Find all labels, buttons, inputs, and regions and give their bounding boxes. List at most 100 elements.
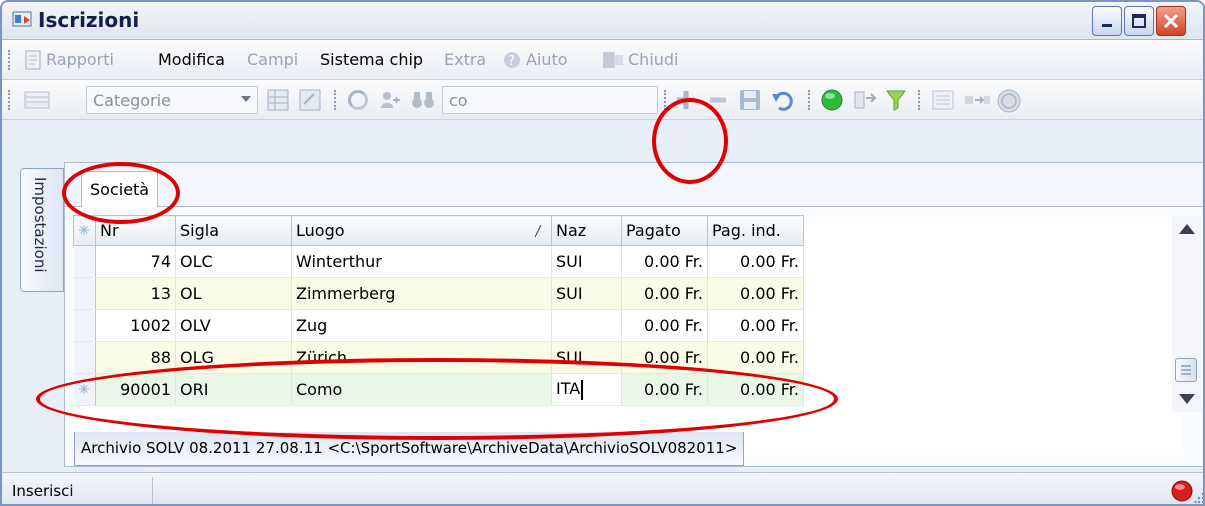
- status-separator: [152, 477, 153, 504]
- cell-nr[interactable]: 90001: [95, 373, 176, 406]
- row-indicator[interactable]: [73, 309, 96, 342]
- scroll-up-icon[interactable]: [1179, 224, 1195, 234]
- cell-luogo[interactable]: Como: [291, 373, 552, 406]
- tab-strip: Società: [65, 163, 1203, 207]
- cell-pag-ind[interactable]: 0.00 Fr.: [707, 373, 804, 406]
- column-header-luogo[interactable]: Luogo: [291, 215, 552, 246]
- cell-pag-ind[interactable]: 0.00 Fr.: [707, 245, 804, 278]
- table-row[interactable]: 1002 OLV Zug 0.00 Fr. 0.00 Fr.: [73, 309, 804, 342]
- menu-sistema-chip[interactable]: Sistema chip: [320, 50, 423, 69]
- table-row[interactable]: 88 OLG Zürich SUI 0.00 Fr. 0.00 Fr.: [73, 341, 804, 374]
- category-list-icon: [24, 91, 50, 109]
- table-row[interactable]: 13 OL Zimmerberg SUI 0.00 Fr. 0.00 Fr.: [73, 277, 804, 310]
- export-icon[interactable]: [962, 88, 992, 112]
- table-row[interactable]: 74 OLC Winterthur SUI 0.00 Fr. 0.00 Fr.: [73, 245, 804, 278]
- edit-layout-icon[interactable]: [298, 88, 322, 112]
- side-tab-impostazioni[interactable]: Impostazioni: [20, 168, 64, 292]
- cell-luogo[interactable]: Zimmerberg: [291, 277, 552, 310]
- binoculars-icon[interactable]: [410, 88, 436, 112]
- cell-sigla[interactable]: OL: [175, 277, 292, 310]
- header-indicator[interactable]: [73, 215, 96, 246]
- cell-sigla[interactable]: OLV: [175, 309, 292, 342]
- close-button[interactable]: [1156, 6, 1186, 36]
- cell-naz-editing[interactable]: ITA: [551, 373, 622, 406]
- grip-lines-icon: [1181, 365, 1191, 375]
- tab-societa[interactable]: Società: [81, 171, 159, 207]
- menu-campi[interactable]: Campi: [247, 50, 298, 69]
- cell-sigla[interactable]: OLG: [175, 341, 292, 374]
- menu-aiuto[interactable]: Aiuto: [526, 50, 568, 69]
- menu-modifica[interactable]: Modifica: [158, 50, 225, 69]
- add-record-icon[interactable]: [674, 88, 698, 112]
- cell-nr[interactable]: 13: [95, 277, 176, 310]
- cell-pagato[interactable]: 0.00 Fr.: [621, 341, 708, 374]
- cell-naz[interactable]: [551, 309, 622, 342]
- cell-pag-ind[interactable]: 0.00 Fr.: [707, 277, 804, 310]
- cell-naz[interactable]: SUI: [551, 341, 622, 374]
- money-icon[interactable]: [996, 88, 1022, 114]
- menu-chiudi[interactable]: Chiudi: [628, 50, 679, 69]
- column-header-sigla[interactable]: Sigla: [175, 215, 292, 246]
- save-icon[interactable]: [738, 88, 762, 112]
- scroll-down-icon[interactable]: [1179, 394, 1195, 404]
- menu-bar: Rapporti Modifica Campi Sistema chip Ext…: [2, 40, 1203, 80]
- asterisk-icon: [79, 225, 89, 235]
- row-indicator[interactable]: [73, 277, 96, 310]
- archive-tab-label: Archivio SOLV 08.2011 27.08.11 <C:\Sport…: [81, 439, 738, 457]
- cell-nr[interactable]: 88: [95, 341, 176, 374]
- cell-sigla[interactable]: ORI: [175, 373, 292, 406]
- cell-naz[interactable]: SUI: [551, 277, 622, 310]
- category-combo[interactable]: Categorie: [86, 86, 258, 114]
- cell-pagato[interactable]: 0.00 Fr.: [621, 373, 708, 406]
- column-header-pagato[interactable]: Pagato: [621, 215, 708, 246]
- new-record-row[interactable]: 90001 ORI Como ITA 0.00 Fr. 0.00 Fr.: [73, 373, 804, 406]
- cell-luogo[interactable]: Winterthur: [291, 245, 552, 278]
- print-list-icon[interactable]: [930, 88, 956, 112]
- scroll-thumb[interactable]: [1175, 358, 1197, 382]
- delete-record-icon[interactable]: [706, 88, 730, 112]
- grid-layout-icon[interactable]: [266, 88, 290, 112]
- row-indicator[interactable]: [73, 245, 96, 278]
- cell-nr[interactable]: 1002: [95, 309, 176, 342]
- title-bar[interactable]: Iscrizioni: [2, 2, 1203, 40]
- app-icon: [12, 11, 32, 27]
- vertical-scrollbar[interactable]: [1172, 216, 1202, 412]
- search-field-value: co: [449, 91, 468, 110]
- status-bar: Inserisci: [2, 472, 1205, 505]
- row-indicator[interactable]: [73, 341, 96, 374]
- search-field[interactable]: co: [442, 86, 658, 114]
- menu-extra[interactable]: Extra: [444, 50, 486, 69]
- cell-pag-ind[interactable]: 0.00 Fr.: [707, 309, 804, 342]
- cell-luogo[interactable]: Zürich: [291, 341, 552, 374]
- cell-pagato[interactable]: 0.00 Fr.: [621, 277, 708, 310]
- category-combo-value: Categorie: [93, 91, 171, 110]
- minimize-button[interactable]: [1092, 6, 1122, 36]
- toolbar-grip[interactable]: [8, 90, 12, 110]
- row-indicator[interactable]: [73, 373, 96, 406]
- column-header-naz[interactable]: Naz: [551, 215, 622, 246]
- column-header-pag-ind[interactable]: Pag. ind.: [707, 215, 804, 246]
- transfer-icon[interactable]: [852, 88, 878, 112]
- cell-pagato[interactable]: 0.00 Fr.: [621, 309, 708, 342]
- maximize-button[interactable]: [1124, 6, 1154, 36]
- cell-naz[interactable]: SUI: [551, 245, 622, 278]
- cell-luogo[interactable]: Zug: [291, 309, 552, 342]
- toolbar-grip[interactable]: [8, 50, 12, 70]
- find-person-icon[interactable]: [378, 88, 402, 112]
- filter-icon[interactable]: [884, 88, 908, 112]
- cell-pag-ind[interactable]: 0.00 Fr.: [707, 341, 804, 374]
- main-panel: Società Nr Sigla Luogo Naz Pagato Pag. i…: [64, 162, 1203, 467]
- resize-grip-icon[interactable]: [1194, 491, 1205, 505]
- menu-rapporti[interactable]: Rapporti: [46, 50, 114, 69]
- undo-icon[interactable]: [770, 88, 794, 112]
- refresh-icon[interactable]: [346, 88, 370, 112]
- cell-sigla[interactable]: OLC: [175, 245, 292, 278]
- column-header-nr[interactable]: Nr: [95, 215, 176, 246]
- archive-tab[interactable]: Archivio SOLV 08.2011 27.08.11 <C:\Sport…: [74, 432, 745, 466]
- cell-pagato[interactable]: 0.00 Fr.: [621, 245, 708, 278]
- cell-nr[interactable]: 74: [95, 245, 176, 278]
- toolbar-grip: [918, 90, 922, 110]
- help-icon: ?: [504, 52, 520, 69]
- chevron-down-icon: [241, 96, 251, 102]
- start-green-icon[interactable]: [820, 88, 844, 112]
